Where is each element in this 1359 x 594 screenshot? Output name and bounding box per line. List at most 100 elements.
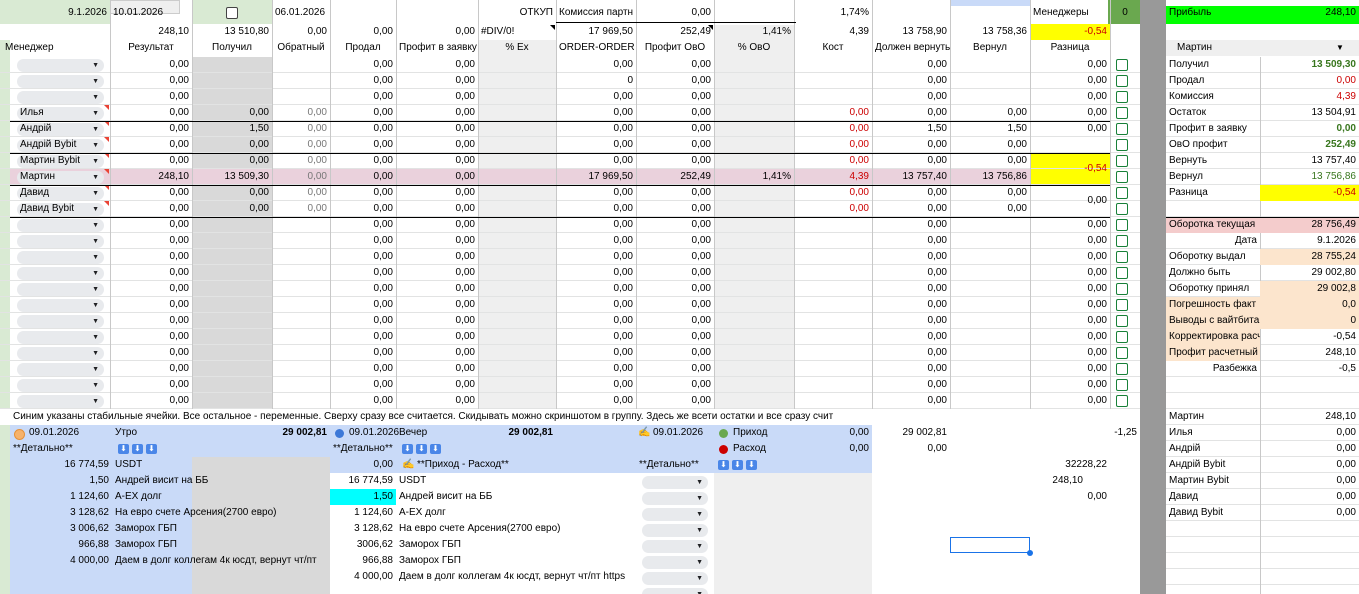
merged-raznica[interactable]: -0,54 — [1030, 161, 1110, 177]
panel2-value[interactable]: 248,10 — [1260, 345, 1359, 361]
cell-ovo[interactable]: 0,00 — [636, 313, 714, 329]
cell-polychil[interactable] — [192, 89, 272, 105]
panel-manager-value[interactable]: 0,00 — [1260, 505, 1359, 521]
cell-pct-ovo[interactable] — [714, 377, 794, 393]
panel2-label[interactable]: Профит расчетный — [1166, 345, 1260, 361]
panel-label[interactable]: Продал — [1166, 73, 1260, 89]
cell-vernul[interactable]: 1,50 — [950, 121, 1030, 137]
cell-prodal[interactable]: 0,00 — [330, 361, 396, 377]
manager-dropdown[interactable] — [17, 362, 104, 376]
cell-profit[interactable]: 0,00 — [396, 185, 478, 201]
cell-kost[interactable]: 0,00 — [794, 153, 872, 169]
cell-kost[interactable] — [794, 393, 872, 409]
manager-name[interactable]: Мартин — [17, 169, 97, 185]
cell-dolzh[interactable]: 0,00 — [872, 361, 950, 377]
cell-result[interactable]: 248,10 — [110, 169, 192, 185]
cell-dolzh[interactable]: 0,00 — [872, 185, 950, 201]
panel2-label[interactable]: Оборотку выдал — [1166, 249, 1260, 265]
panel-manager-label[interactable]: Мартин — [1166, 409, 1260, 425]
cell-vernul[interactable] — [950, 281, 1030, 297]
panel2-label[interactable]: Выводы с вайтбита — [1166, 313, 1260, 329]
panel2-label[interactable]: Дата — [1166, 233, 1260, 249]
evening-total[interactable]: 29 002,81 — [478, 425, 556, 441]
row-checkbox[interactable] — [1116, 123, 1128, 135]
panel-value[interactable]: 0,00 — [1260, 73, 1359, 89]
cell-pct-ovo[interactable] — [714, 57, 794, 73]
evening-label[interactable]: Вечер — [396, 425, 476, 441]
row-checkbox[interactable] — [1116, 219, 1128, 231]
cell-profit[interactable]: 0,00 — [396, 249, 478, 265]
header-12[interactable]: Вернул — [950, 40, 1030, 56]
cell-polychil[interactable]: 0,00 — [192, 105, 272, 121]
arrow-down-icon[interactable]: ⬇ — [732, 460, 743, 470]
cell-obratny[interactable] — [272, 297, 330, 313]
panel-label[interactable]: ОвО профит — [1166, 137, 1260, 153]
cell-vernul[interactable] — [950, 313, 1030, 329]
cell-result[interactable]: 0,00 — [110, 201, 192, 217]
cell-prodal[interactable]: 0,00 — [330, 169, 396, 185]
panel2-value[interactable]: 28 755,24 — [1260, 249, 1359, 265]
evening-row-text[interactable]: A-EX долг — [396, 505, 636, 521]
morning-row-value[interactable]: 4 000,00 — [10, 553, 112, 569]
cell-polychil[interactable] — [192, 233, 272, 249]
cell-ovo[interactable]: 0,00 — [636, 393, 714, 409]
cell-polychil[interactable] — [192, 377, 272, 393]
cell-vernul[interactable] — [950, 249, 1030, 265]
cell-profit[interactable]: 0,00 — [396, 73, 478, 89]
row-checkbox[interactable] — [1116, 91, 1128, 103]
manager-name[interactable]: Давид — [17, 185, 97, 201]
panel-manager-value[interactable]: 0,00 — [1260, 473, 1359, 489]
manager-dropdown[interactable] — [17, 298, 104, 312]
notice-text[interactable]: Синим указаны стабильные ячейки. Все ост… — [10, 409, 1130, 425]
evening-row-value[interactable]: 1,50 — [330, 489, 396, 505]
cell-polychil[interactable] — [192, 297, 272, 313]
cell-result[interactable]: 0,00 — [110, 73, 192, 89]
cell-obratny[interactable] — [272, 281, 330, 297]
row-checkbox[interactable] — [1116, 171, 1128, 183]
chevron-down-icon[interactable]: ▼ — [1336, 41, 1344, 55]
cell-ovo[interactable]: 0,00 — [636, 329, 714, 345]
cell-result[interactable]: 0,00 — [110, 329, 192, 345]
cell-vernul[interactable] — [950, 217, 1030, 233]
cell-profit[interactable]: 0,00 — [396, 233, 478, 249]
manager-dropdown[interactable] — [17, 282, 104, 296]
row-checkbox[interactable] — [1116, 235, 1128, 247]
cell-raznica[interactable]: 0,00 — [1030, 89, 1110, 105]
cell-ovo[interactable]: 0,00 — [636, 185, 714, 201]
evening-row-text[interactable]: Заморох ГБП — [396, 537, 636, 553]
income-in-label[interactable]: Приход — [730, 425, 794, 441]
header-13[interactable]: Разница — [1030, 40, 1110, 56]
cell-obratny[interactable] — [272, 345, 330, 361]
cell-kost[interactable]: 0,00 — [794, 105, 872, 121]
panel-label[interactable]: Разница — [1166, 185, 1260, 201]
arrow-down-icon[interactable]: ⬇ — [146, 444, 157, 454]
cell-vernul[interactable] — [950, 233, 1030, 249]
top-checkbox[interactable] — [226, 7, 238, 19]
cell-obratny[interactable] — [272, 73, 330, 89]
arrow-down-icon[interactable]: ⬇ — [718, 460, 729, 470]
cell-kost[interactable] — [794, 313, 872, 329]
panel2-value[interactable]: -0,5 — [1260, 361, 1359, 377]
cell-polychil[interactable] — [192, 329, 272, 345]
panel-value[interactable]: 13 504,91 — [1260, 105, 1359, 121]
top-date-3[interactable]: 06.01.2026 — [272, 5, 354, 21]
selection-handle[interactable] — [1027, 550, 1033, 556]
cell-result[interactable]: 0,00 — [110, 105, 192, 121]
panel-manager-value[interactable]: 0,00 — [1260, 425, 1359, 441]
cell-polychil[interactable] — [192, 313, 272, 329]
cell-result[interactable]: 0,00 — [110, 393, 192, 409]
cell-profit[interactable]: 0,00 — [396, 105, 478, 121]
panel-label[interactable]: Профит в заявку — [1166, 121, 1260, 137]
income-dropdown[interactable] — [642, 540, 708, 553]
cell-dolzh[interactable]: 0,00 — [872, 377, 950, 393]
cell-obratny[interactable]: 0,00 — [272, 121, 330, 137]
cell-obratny[interactable]: 0,00 — [272, 201, 330, 217]
income-val4[interactable]: 32228,22 — [1030, 457, 1110, 473]
panel-manager-value[interactable]: 248,10 — [1260, 409, 1359, 425]
cell-result[interactable]: 0,00 — [110, 89, 192, 105]
income-dropdown[interactable] — [642, 476, 708, 489]
cell-polychil[interactable]: 13 509,30 — [192, 169, 272, 185]
cell-obratny[interactable] — [272, 249, 330, 265]
cell-result[interactable]: 0,00 — [110, 345, 192, 361]
cell-vernul[interactable] — [950, 361, 1030, 377]
